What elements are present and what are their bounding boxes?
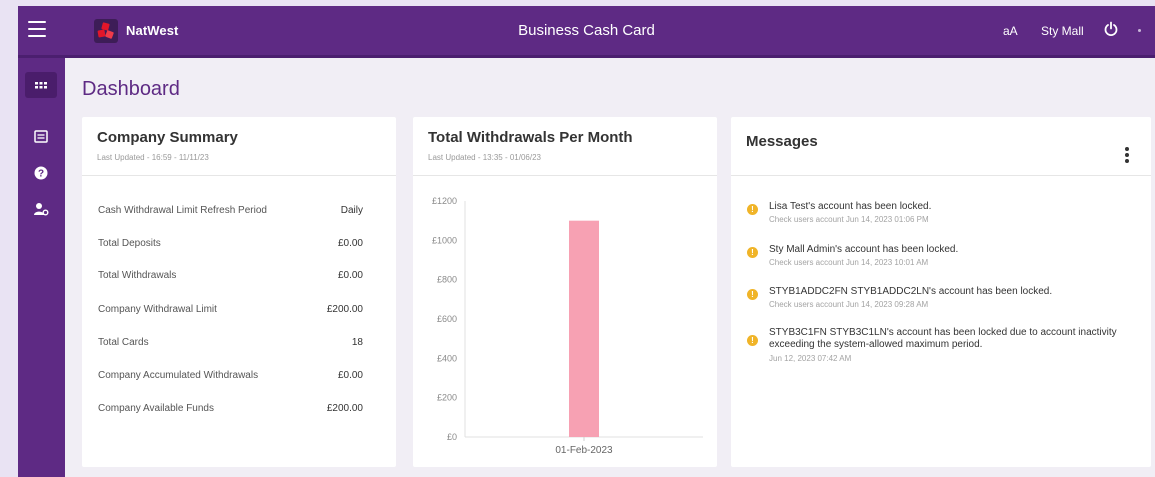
summary-value: £200.00 bbox=[326, 403, 363, 414]
user-settings-icon bbox=[34, 203, 49, 216]
sidebar-item-help[interactable]: ? bbox=[25, 160, 57, 186]
withdrawals-title: Total Withdrawals Per Month bbox=[428, 129, 633, 146]
app-window: NatWest Business Cash Card aA Sty Mall ?… bbox=[18, 6, 1155, 477]
sidebar-item-dashboard[interactable] bbox=[25, 72, 57, 98]
message-meta: Check users account Jun 14, 2023 01:06 P… bbox=[769, 215, 929, 224]
company-summary-updated: Last Updated - 16:59 - 11/11/23 bbox=[97, 153, 209, 162]
messages-card: Messages ! Lisa Test's account has been … bbox=[731, 117, 1151, 467]
summary-row: Cash Withdrawal Limit Refresh Period Dai… bbox=[98, 205, 363, 221]
y-tick-label: £600 bbox=[437, 314, 457, 324]
y-tick-label: £1200 bbox=[432, 196, 457, 206]
message-item[interactable]: ! Sty Mall Admin's account has been lock… bbox=[747, 244, 1127, 274]
summary-label: Total Cards bbox=[98, 337, 149, 348]
message-item[interactable]: ! Lisa Test's account has been locked. C… bbox=[747, 201, 1127, 231]
summary-label: Cash Withdrawal Limit Refresh Period bbox=[98, 205, 267, 216]
summary-value: Daily bbox=[340, 205, 363, 216]
summary-value: £0.00 bbox=[337, 238, 363, 249]
divider bbox=[82, 175, 396, 176]
messages-title: Messages bbox=[746, 133, 818, 150]
more-options-icon[interactable] bbox=[1125, 147, 1131, 165]
sidebar-item-user-settings[interactable] bbox=[25, 196, 57, 222]
summary-row: Total Withdrawals £0.00 bbox=[98, 270, 363, 286]
sidebar: ? bbox=[18, 58, 65, 477]
message-text: Lisa Test's account has been locked. bbox=[769, 201, 932, 212]
sidebar-item-cards[interactable] bbox=[25, 124, 57, 150]
message-meta: Check users account Jun 14, 2023 09:28 A… bbox=[769, 300, 929, 309]
summary-label: Company Available Funds bbox=[98, 403, 214, 414]
message-meta: Jun 12, 2023 07:42 AM bbox=[769, 354, 852, 363]
summary-label: Company Withdrawal Limit bbox=[98, 304, 217, 315]
withdrawals-updated: Last Updated - 13:35 - 01/06/23 bbox=[428, 153, 541, 162]
summary-label: Total Deposits bbox=[98, 238, 161, 249]
power-logout-icon[interactable] bbox=[1103, 21, 1119, 37]
y-tick-label: £1000 bbox=[432, 235, 457, 245]
user-menu[interactable]: Sty Mall bbox=[1041, 24, 1084, 38]
summary-value: £0.00 bbox=[337, 370, 363, 381]
message-meta: Check users account Jun 14, 2023 10:01 A… bbox=[769, 258, 929, 267]
svg-text:?: ? bbox=[38, 169, 44, 180]
warning-icon: ! bbox=[747, 204, 758, 215]
y-tick-label: £0 bbox=[447, 432, 457, 442]
summary-row: Company Withdrawal Limit £200.00 bbox=[98, 304, 363, 320]
message-text: STYB1ADDC2FN STYB1ADDC2LN's account has … bbox=[769, 286, 1053, 297]
bar bbox=[569, 220, 599, 437]
summary-label: Total Withdrawals bbox=[98, 270, 177, 281]
x-tick-label: 01-Feb-2023 bbox=[555, 445, 613, 456]
summary-row: Total Cards 18 bbox=[98, 337, 363, 353]
y-tick-label: £800 bbox=[437, 275, 457, 285]
summary-row: Company Accumulated Withdrawals £0.00 bbox=[98, 370, 363, 386]
message-text: Sty Mall Admin's account has been locked… bbox=[769, 244, 959, 255]
summary-label: Company Accumulated Withdrawals bbox=[98, 370, 259, 381]
y-tick-label: £400 bbox=[437, 353, 457, 363]
withdrawals-bar-chart: £1200 £1000 £800 £600 £400 £200 £0 01-Feb-2023 bbox=[432, 196, 703, 456]
warning-icon: ! bbox=[747, 289, 758, 300]
summary-row: Company Available Funds £200.00 bbox=[98, 403, 363, 419]
divider bbox=[731, 175, 1151, 176]
dashboard-grid-icon bbox=[35, 82, 47, 89]
company-summary-title: Company Summary bbox=[97, 129, 238, 146]
warning-icon: ! bbox=[747, 335, 758, 346]
top-bar: NatWest Business Cash Card aA Sty Mall bbox=[18, 6, 1155, 58]
message-item[interactable]: ! STYB1ADDC2FN STYB1ADDC2LN's account ha… bbox=[747, 286, 1127, 316]
summary-value: £0.00 bbox=[337, 270, 363, 281]
page-title: Dashboard bbox=[82, 78, 180, 100]
company-summary-card: Company Summary Last Updated - 16:59 - 1… bbox=[82, 117, 396, 467]
list-card-icon bbox=[34, 130, 48, 143]
warning-icon: ! bbox=[747, 247, 758, 258]
help-icon: ? bbox=[34, 166, 48, 180]
text-size-toggle[interactable]: aA bbox=[1003, 24, 1018, 38]
app-title: Business Cash Card bbox=[518, 22, 655, 39]
y-tick-label: £200 bbox=[437, 393, 457, 403]
withdrawals-chart-card: Total Withdrawals Per Month Last Updated… bbox=[413, 117, 717, 467]
message-item[interactable]: ! STYB3C1FN STYB3C1LN's account has been… bbox=[747, 327, 1127, 377]
overflow-dot-icon bbox=[1138, 29, 1141, 32]
summary-value: 18 bbox=[351, 337, 363, 348]
summary-row: Total Deposits £0.00 bbox=[98, 238, 363, 254]
message-text: STYB3C1FN STYB3C1LN's account has been l… bbox=[769, 327, 1117, 350]
summary-value: £200.00 bbox=[326, 304, 363, 315]
divider bbox=[413, 175, 717, 176]
